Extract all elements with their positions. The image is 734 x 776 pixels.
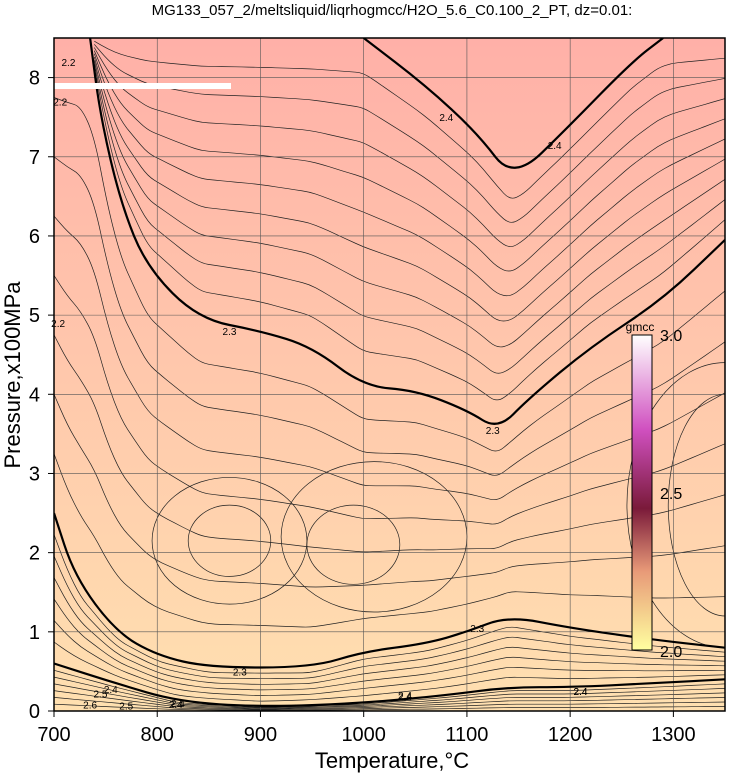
contour-label-2.3: 2.3	[223, 327, 237, 338]
y-tick-label: 4	[29, 384, 40, 406]
contour-label: 2.2	[53, 97, 67, 108]
contour-label-2.3: 2.3	[470, 624, 484, 635]
x-axis: 700 800 900 1000 1100 1200 1300	[37, 711, 696, 746]
y-tick-label: 5	[29, 305, 40, 327]
colorbar-tick-max: 3.0	[660, 328, 682, 345]
contour-label: 2.2	[61, 58, 75, 69]
y-tick-label: 3	[29, 463, 40, 485]
white-data-gap	[54, 83, 231, 89]
y-tick-label: 8	[29, 68, 40, 90]
contour-label: 2.4	[169, 700, 183, 711]
chart-title: MG133_057_2/meltsliquid/liqrhogmcc/H2O_5…	[152, 2, 633, 19]
contour-label-2.4: 2.4	[548, 141, 562, 152]
y-axis: 0 1 2 3 4 5 6 7 8	[29, 68, 54, 723]
colorbar-tick-mid: 2.5	[660, 486, 682, 503]
colorbar-gradient	[631, 334, 653, 651]
x-axis-title: Temperature,°C	[315, 748, 469, 773]
x-tick-label: 1000	[341, 724, 386, 746]
y-axis-title: Pressure,x100MPa	[0, 281, 25, 469]
contour-label: 2.5	[94, 690, 108, 701]
contour-label: 2.4	[574, 687, 588, 698]
x-tick-label: 1200	[548, 724, 593, 746]
y-tick-label: 2	[29, 543, 40, 565]
x-tick-label: 1100	[445, 724, 488, 746]
contour-label-2.3: 2.3	[486, 426, 500, 437]
contour-label: 2.4	[398, 693, 412, 704]
plot-background	[54, 38, 725, 711]
x-tick-label: 1300	[651, 724, 696, 746]
contour-chart: MG133_057_2/meltsliquid/liqrhogmcc/H2O_5…	[0, 2, 726, 773]
x-tick-label: 700	[37, 724, 70, 746]
contour-label-2.3: 2.3	[233, 667, 247, 678]
colorbar-tick-min: 2.0	[660, 644, 682, 661]
y-tick-label: 6	[29, 226, 40, 248]
y-tick-label: 7	[29, 147, 40, 169]
colorbar-label: gmcc	[626, 320, 655, 334]
x-tick-label: 800	[141, 724, 174, 746]
y-tick-label: 1	[29, 622, 40, 644]
contour-label: 2.6	[83, 701, 97, 712]
contour-label-2.4: 2.4	[439, 113, 453, 124]
y-tick-label: 0	[29, 701, 40, 723]
x-tick-label: 900	[244, 724, 277, 746]
